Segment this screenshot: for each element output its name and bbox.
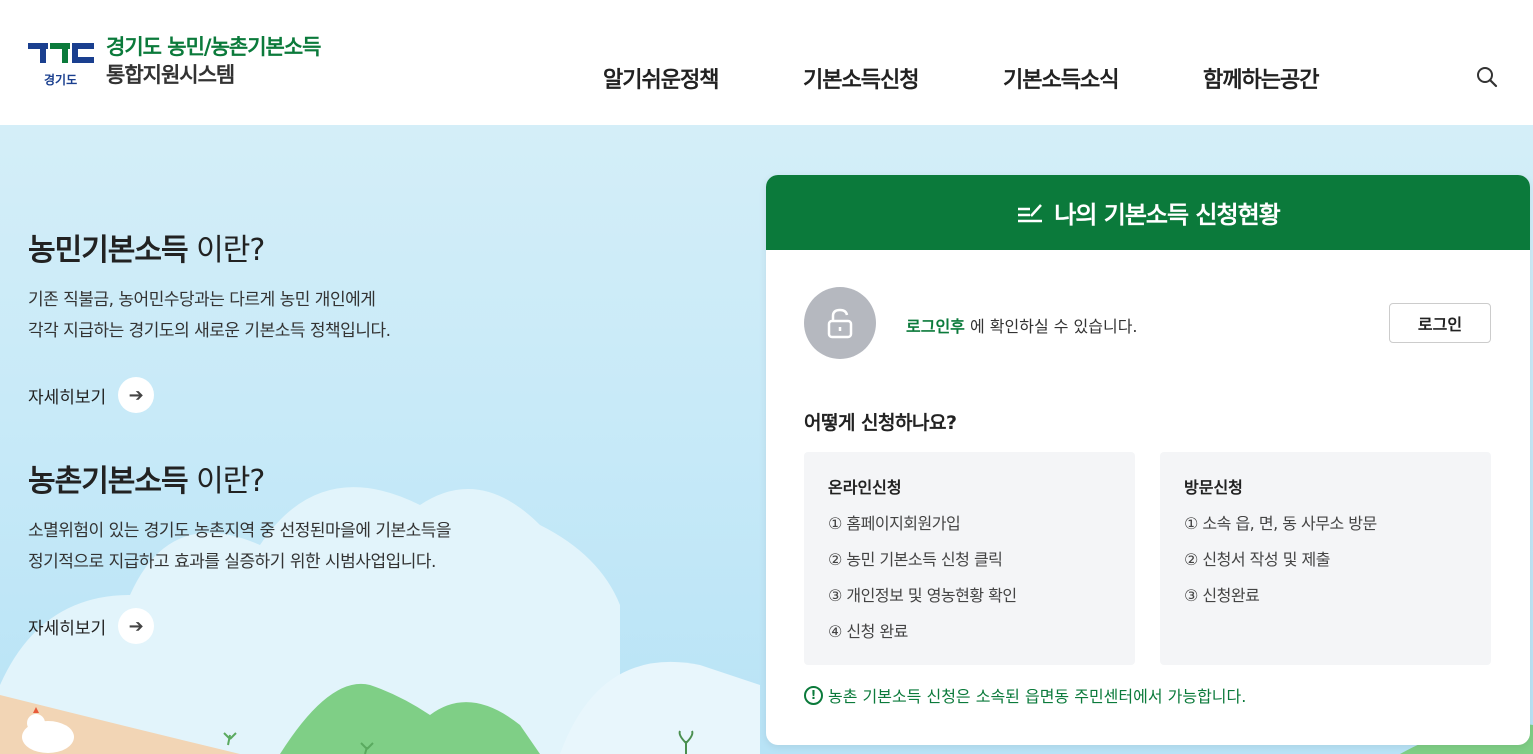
online-step: ④ 신청 완료 [828, 622, 908, 641]
rural-apply-notice: ! 농촌 기본소득 신청은 소속된 읍면동 주민센터에서 가능합니다. [804, 683, 1246, 707]
login-button[interactable]: 로그인 [1389, 303, 1491, 343]
nav-item-apply[interactable]: 기본소득신청 [803, 62, 919, 94]
card-title: 나의 기본소득 신청현황 [1054, 201, 1281, 229]
exclamation-icon: ! [804, 685, 823, 705]
application-status-card: 나의 기본소득 신청현황 로그인후 에 확인하실 수 있습니다. 로그인 어떻게… [766, 175, 1530, 745]
site-header: 경기도 경기도 농민/농촌기본소득 통합지원시스템 알기쉬운정책 기본소득신청 … [0, 0, 1533, 125]
arrow-right-icon: ➔ [118, 608, 155, 644]
rural-income-title: 농촌기본소득 이란? [28, 464, 265, 499]
farmer-income-more-link[interactable]: 자세히보기 ➔ [28, 377, 391, 413]
nav-item-news[interactable]: 기본소득소식 [1003, 62, 1119, 94]
rural-income-more-link[interactable]: 자세히보기 ➔ [28, 608, 451, 644]
online-step: ① 홈페이지회원가입 [828, 514, 961, 533]
farmer-income-desc: 기존 직불금, 농어민수당과는 다르게 농민 개인에게 각각 지급하는 경기도의… [28, 290, 391, 341]
online-apply-title: 온라인신청 [828, 478, 902, 497]
main-nav: 알기쉬운정책 기본소득신청 기본소득소식 함께하는공간 [0, 62, 1533, 94]
online-step: ③ 개인정보 및 영농현황 확인 [828, 586, 1017, 605]
lock-icon [804, 287, 876, 359]
visit-apply-box: 방문신청 ① 소속 읍, 면, 동 사무소 방문 ② 신청서 작성 및 제출 ③… [1160, 452, 1491, 665]
rural-income-desc: 소멸위험이 있는 경기도 농촌지역 중 선정된마을에 기본소득을 정기적으로 지… [28, 521, 452, 572]
farmer-income-section: 농민기본소득 이란? 기존 직불금, 농어민수당과는 다르게 농민 개인에게 각… [28, 225, 391, 413]
nav-item-policy[interactable]: 알기쉬운정책 [603, 62, 719, 94]
farmer-income-title: 농민기본소득 이란? [28, 233, 265, 268]
how-to-apply-title: 어떻게 신청하나요? [804, 412, 957, 434]
arrow-right-icon: ➔ [118, 377, 155, 413]
visit-step: ③ 신청완료 [1184, 586, 1260, 605]
nav-item-community[interactable]: 함께하는공간 [1203, 62, 1319, 94]
write-list-icon [1016, 201, 1044, 225]
login-required-message: 로그인후 에 확인하실 수 있습니다. [906, 317, 1138, 336]
card-header: 나의 기본소득 신청현황 [766, 175, 1530, 250]
online-apply-box: 온라인신청 ① 홈페이지회원가입 ② 농민 기본소득 신청 클릭 ③ 개인정보 … [804, 452, 1135, 665]
visit-step: ② 신청서 작성 및 제출 [1184, 550, 1330, 569]
online-step: ② 농민 기본소득 신청 클릭 [828, 550, 1003, 569]
visit-apply-title: 방문신청 [1184, 478, 1243, 497]
rural-income-section: 농촌기본소득 이란? 소멸위험이 있는 경기도 농촌지역 중 선정된마을에 기본… [28, 456, 452, 644]
visit-step: ① 소속 읍, 면, 동 사무소 방문 [1184, 514, 1377, 533]
logo-title-line1: 경기도 농민/농촌기본소득 [106, 35, 322, 59]
search-icon[interactable] [1476, 66, 1498, 88]
